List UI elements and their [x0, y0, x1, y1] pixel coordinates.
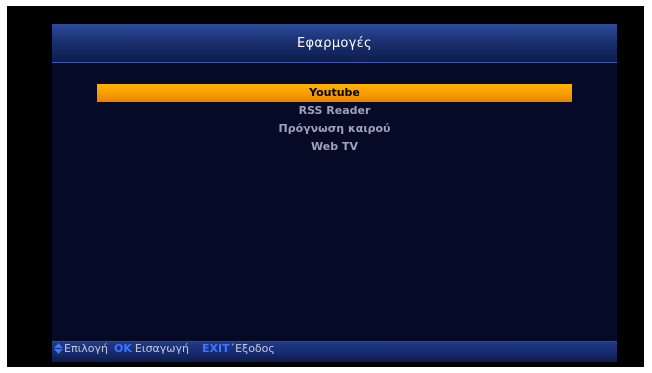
menu-item-weather-forecast[interactable]: Πρόγνωση καιρού	[97, 120, 572, 138]
tv-screen: Εφαρμογές Youtube RSS Reader Πρόγνωση κα…	[7, 6, 644, 367]
hint-exit-label: ΄Εξοδος	[229, 341, 275, 355]
page-title: Εφαρμογές	[297, 35, 372, 51]
menu-item-rss-reader[interactable]: RSS Reader	[97, 102, 572, 120]
hint-select-label: Επιλογή	[64, 341, 109, 355]
hint-enter-label: Εισαγωγή	[134, 341, 190, 355]
title-bar: Εφαρμογές	[52, 24, 617, 63]
menu-item-web-tv[interactable]: Web TV	[97, 138, 572, 156]
exit-key-label: EXIT	[202, 341, 230, 355]
up-down-arrows-icon	[54, 342, 63, 354]
applications-menu: Youtube RSS Reader Πρόγνωση καιρού Web T…	[97, 84, 572, 156]
menu-item-youtube[interactable]: Youtube	[97, 84, 572, 102]
key-hints: Επιλογή OK Εισαγωγή EXIT ΄Εξοδος	[54, 341, 275, 355]
applications-panel: Εφαρμογές Youtube RSS Reader Πρόγνωση κα…	[52, 24, 617, 362]
ok-key-label: OK	[114, 341, 132, 355]
